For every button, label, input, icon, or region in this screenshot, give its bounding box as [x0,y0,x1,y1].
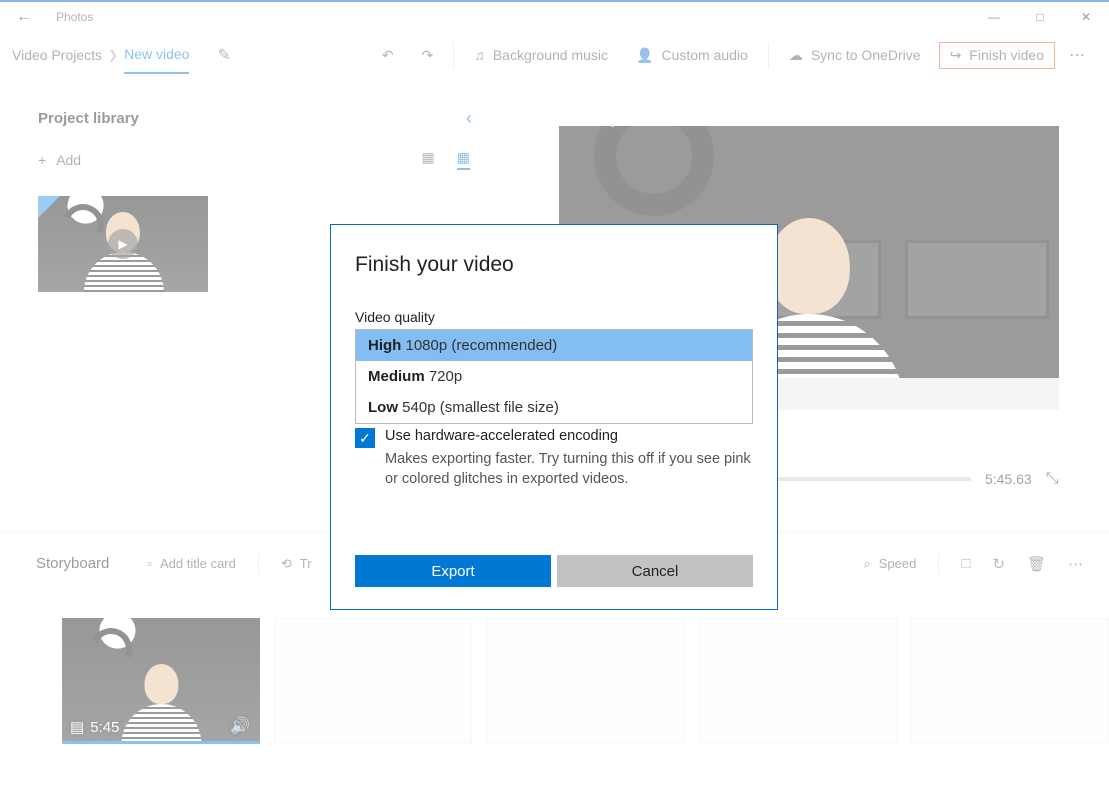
storyboard-empty-slot[interactable] [699,618,897,744]
used-clip-indicator-icon [38,196,60,218]
hardware-accel-label: Use hardware-accelerated encoding [385,428,618,444]
app-title: Photos [48,10,93,24]
more-button[interactable]: ⋯ [1055,45,1101,65]
project-library-title: Project library [38,110,466,127]
sync-onedrive-button[interactable]: ☁ Sync to OneDrive [775,32,935,78]
custom-audio-button[interactable]: 👤 Custom audio [622,32,762,78]
video-quality-label: Video quality [331,287,777,329]
storyboard-empty-slot[interactable] [274,618,472,744]
cancel-button[interactable]: Cancel [557,555,753,587]
dialog-title: Finish your video [331,225,777,287]
close-button[interactable]: ✕ [1063,1,1109,33]
play-icon: ▶ [108,229,138,259]
undo-button[interactable]: ↶ [368,32,408,78]
edit-title-icon[interactable]: ✎ [217,45,230,65]
plus-icon: + [38,152,46,168]
cloud-icon: ☁ [789,47,803,64]
add-media-button[interactable]: + Add [38,152,81,168]
trim-icon: ⟲ [281,556,292,572]
speed-icon: ⌕ [863,556,870,572]
hardware-accel-checkbox[interactable]: ✓ [355,428,375,448]
volume-icon[interactable]: 🔊 [230,716,250,736]
duration-icon: ▤ [70,718,84,736]
storyboard-empty-slot[interactable] [486,618,684,744]
storyboard-clip-1[interactable]: ▤ 5:45 🔊 [62,618,260,744]
audio-icon: 👤 [636,47,653,64]
crop-icon[interactable]: □ [961,555,970,572]
toolbar: Video Projects ❯ New video ✎ ↶ ↷ ♫ Backg… [0,32,1109,78]
quality-option-high[interactable]: High 1080p (recommended) [356,330,752,361]
quality-option-low[interactable]: Low 540p (smallest file size) [356,392,752,423]
rotate-icon[interactable]: ↻ [992,555,1005,573]
title-bar: ← Photos ― □ ✕ [0,0,1109,32]
storyboard-title: Storyboard [36,555,109,572]
clip-duration-badge: ▤ 5:45 [70,718,119,736]
background-music-button[interactable]: ♫ Background music [460,32,622,78]
library-clip-thumbnail[interactable]: ▶ [38,196,208,292]
back-button[interactable]: ← [0,8,48,26]
trim-button[interactable]: ⟲ Tr [281,556,312,572]
collapse-library-icon[interactable]: ‹ [466,108,472,129]
video-quality-dropdown[interactable]: High 1080p (recommended) Medium 720p Low… [355,329,753,424]
duration-display: 5:45.63 [985,471,1032,487]
redo-button[interactable]: ↷ [408,32,448,78]
hardware-accel-description: Makes exporting faster. Try turning this… [331,448,777,489]
breadcrumb: Video Projects ❯ New video [8,36,189,74]
export-button[interactable]: Export [355,555,551,587]
delete-icon[interactable]: 🗑 [1027,555,1046,573]
speed-button[interactable]: ⌕ Speed [863,556,916,572]
redo-icon: ↷ [422,47,434,64]
add-title-card-button[interactable]: ▫ Add title card [147,556,235,571]
finish-video-dialog: Finish your video Video quality High 108… [330,224,778,610]
breadcrumb-projects[interactable]: Video Projects [12,47,102,63]
undo-icon: ↶ [382,47,394,64]
music-icon: ♫ [474,47,485,63]
maximize-button[interactable]: □ [1017,1,1063,33]
quality-option-medium[interactable]: Medium 720p [356,361,752,392]
minimize-button[interactable]: ― [971,1,1017,33]
chevron-right-icon: ❯ [108,48,118,62]
more-storyboard-button[interactable]: ⋯ [1068,555,1083,573]
storyboard-empty-slot[interactable] [911,618,1109,744]
title-card-icon: ▫ [147,556,152,571]
fullscreen-icon[interactable]: ⤡ [1046,470,1059,488]
grid-view-small-icon[interactable]: ▦ [457,149,470,170]
window-controls: ― □ ✕ [971,1,1109,33]
finish-video-button[interactable]: ↪ Finish video [939,42,1055,69]
export-icon: ↪ [950,47,962,64]
grid-view-large-icon[interactable]: ▦ [422,149,435,170]
breadcrumb-current[interactable]: New video [124,46,189,74]
